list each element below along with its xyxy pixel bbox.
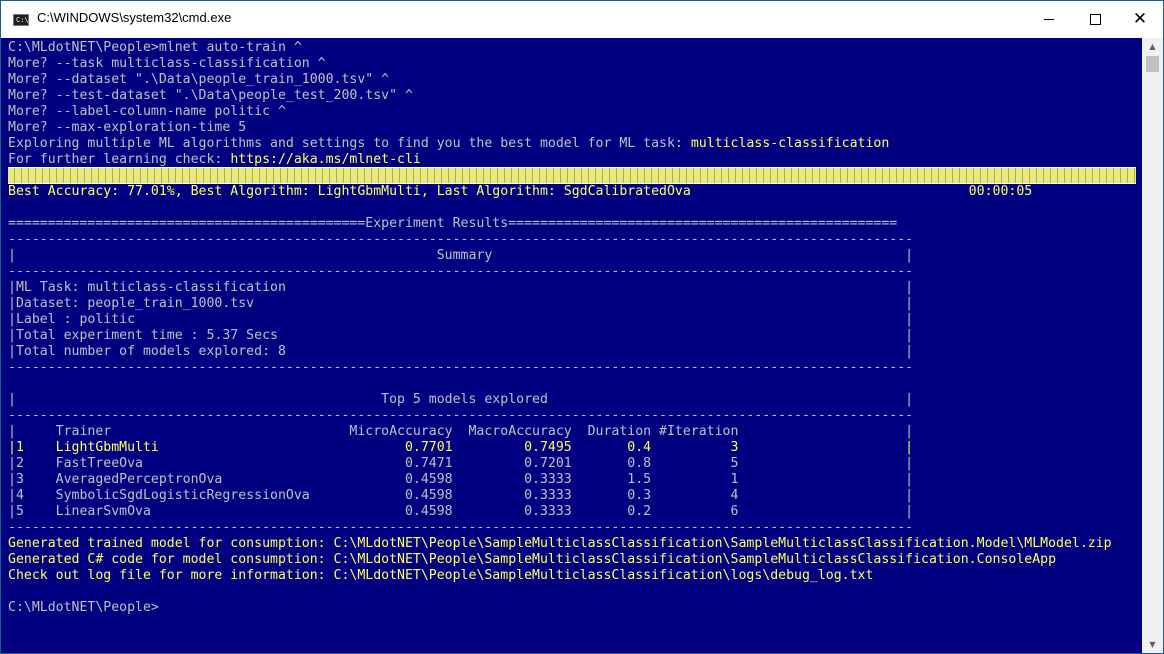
minimize-button[interactable]	[1026, 1, 1072, 38]
console-line-segment: For further learning check:	[8, 152, 231, 167]
console-line: Check out log file for more information:…	[8, 568, 874, 583]
console-line: |Total experiment time : 5.37 Secs |	[8, 328, 914, 343]
console-line: |2 FastTreeOva 0.7471 0.7201 0.8 5 |	[8, 456, 914, 471]
console-line: |4 SymbolicSgdLogisticRegressionOva 0.45…	[8, 488, 914, 503]
console-line-segment: multiclass-classification	[690, 136, 890, 151]
console-line: | Trainer MicroAccuracy MacroAccuracy Du…	[8, 424, 914, 439]
console-line: ----------------------------------------…	[8, 232, 914, 247]
console-line: |5 LinearSvmOva 0.4598 0.3333 0.2 6 |	[8, 504, 914, 519]
console-line: More? --max-exploration-time 5	[8, 120, 247, 135]
console-line: More? --label-column-name politic ^	[8, 104, 286, 119]
console-line: C:\MLdotNET\People>mlnet auto-train ^	[8, 40, 302, 55]
scrollbar-thumb[interactable]	[1146, 56, 1159, 72]
console-line: C:\MLdotNET\People>	[8, 600, 159, 615]
console-line: |ML Task: multiclass-classification |	[8, 280, 914, 295]
close-button[interactable]: ✕	[1117, 1, 1163, 38]
console-line: More? --task multiclass-classification ^	[8, 56, 326, 71]
maximize-button[interactable]	[1072, 1, 1118, 38]
console-line: More? --test-dataset ".\Data\people_test…	[8, 88, 413, 103]
console-text: C:\MLdotNET\People>mlnet auto-train ^ Mor…	[8, 40, 1112, 616]
console-line: ----------------------------------------…	[8, 520, 914, 535]
cmd-app-icon-label: C:\	[16, 16, 29, 24]
console-line: ========================================…	[8, 216, 898, 231]
console-line: Best Accuracy: 77.01%, Best Algorithm: L…	[8, 184, 1033, 199]
console-line: Generated C# code for model consumption:…	[8, 552, 1057, 567]
console-line: |1 LightGbmMulti 0.7701 0.7495 0.4 3 |	[8, 440, 914, 455]
window-title: C:\WINDOWS\system32\cmd.exe	[37, 10, 232, 25]
console-line: ----------------------------------------…	[8, 360, 914, 375]
console-line: Exploring multiple ML algorithms and set…	[8, 136, 1112, 152]
cmd-app-icon[interactable]: C:\	[13, 14, 29, 26]
console-line: ----------------------------------------…	[8, 264, 914, 279]
console-line: |3 AveragedPerceptronOva 0.4598 0.3333 1…	[8, 472, 914, 487]
console-window: C:\ C:\WINDOWS\system32\cmd.exe ✕ C:\MLd…	[0, 0, 1164, 654]
console-line: More? --dataset ".\Data\people_train_100…	[8, 72, 390, 87]
title-bar[interactable]: C:\ C:\WINDOWS\system32\cmd.exe ✕	[1, 1, 1163, 38]
vertical-scrollbar[interactable]: ▲ ▼	[1142, 38, 1163, 653]
scroll-up-icon[interactable]: ▲	[1142, 38, 1163, 55]
scroll-down-icon[interactable]: ▼	[1142, 636, 1163, 653]
minimize-icon	[1044, 19, 1054, 20]
console-line: |Label : politic |	[8, 312, 914, 327]
console-line: For further learning check: https://aka.…	[8, 152, 1112, 168]
console-line: Generated trained model for consumption:…	[8, 536, 1112, 551]
console-line-segment: Exploring multiple ML algorithms and set…	[8, 136, 691, 151]
console-line: | Summary |	[8, 248, 914, 263]
console-line-segment: https://aka.ms/mlnet-cli	[230, 152, 421, 167]
console-output[interactable]: C:\MLdotNET\People>mlnet auto-train ^ Mor…	[1, 38, 1142, 653]
console-line: |Dataset: people_train_1000.tsv |	[8, 296, 914, 311]
console-line: |Total number of models explored: 8 |	[8, 344, 914, 359]
console-line: | Top 5 models explored |	[8, 392, 914, 407]
close-icon: ✕	[1132, 9, 1148, 29]
maximize-icon	[1089, 14, 1101, 25]
console-line: ----------------------------------------…	[8, 408, 914, 423]
